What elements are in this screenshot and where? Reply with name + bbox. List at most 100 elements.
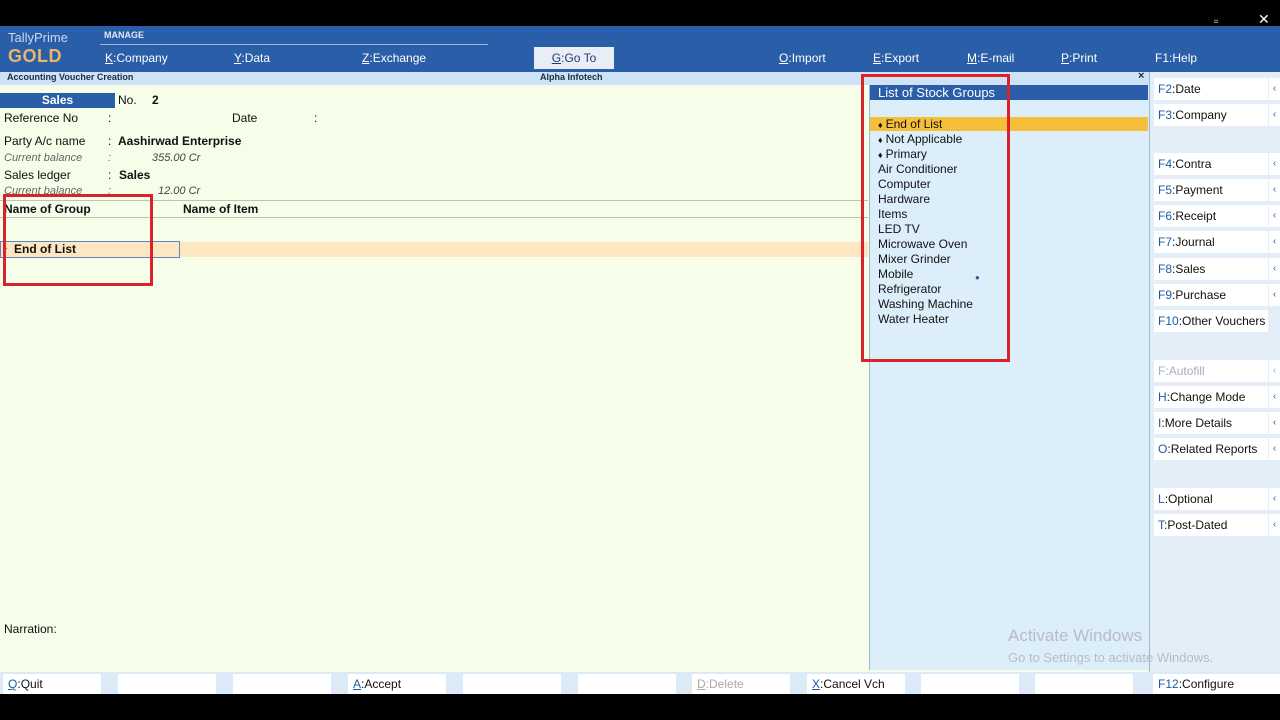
button-label: Company (1175, 108, 1227, 122)
party-value[interactable]: Aashirwad Enterprise (118, 134, 241, 148)
bottom-button-empty (463, 674, 561, 694)
shortcut-key: F9 (1158, 288, 1173, 302)
menu-print[interactable]: P:Print (1061, 51, 1097, 65)
activate-windows-title: Activate Windows (1008, 626, 1143, 645)
right-button-post-dated[interactable]: T:Post-Dated (1154, 514, 1268, 536)
shortcut-key: F8 (1158, 262, 1173, 276)
chevron-left-icon[interactable]: ‹ (1269, 153, 1280, 175)
chevron-left-icon[interactable]: ‹ (1269, 412, 1280, 434)
shortcut-key: F10 (1158, 314, 1179, 328)
tally-window: TallyPrime GOLD MANAGE K:Company Y:Data … (0, 26, 1280, 694)
right-button-change-mode[interactable]: H:Change Mode (1154, 386, 1268, 408)
chevron-left-icon[interactable]: ‹ (1269, 205, 1280, 227)
chevron-left-icon[interactable]: ‹ (1269, 360, 1280, 382)
brand-edition: GOLD (8, 46, 62, 66)
right-button-contra[interactable]: F4:Contra (1154, 153, 1268, 175)
manage-divider (100, 44, 488, 45)
chevron-left-icon[interactable]: ‹ (1269, 514, 1280, 536)
button-label: Optional (1168, 492, 1213, 506)
button-label: Payment (1175, 183, 1223, 197)
right-button-sales[interactable]: F8:Sales (1154, 258, 1268, 280)
party-label: Party A/c name (4, 134, 86, 148)
shortcut-key: X (812, 677, 821, 691)
button-label: Delete (709, 677, 744, 691)
menu-export[interactable]: E:Export (873, 51, 919, 65)
right-button-journal[interactable]: F7:Journal (1154, 231, 1268, 253)
bottom-button-configure[interactable]: F12:Configure (1153, 674, 1280, 694)
button-label: Receipt (1175, 209, 1217, 223)
chevron-left-icon[interactable]: ‹ (1269, 179, 1280, 201)
chevron-left-icon[interactable]: ‹ (1269, 231, 1280, 253)
shortcut-key: H (1158, 390, 1167, 404)
shortcut-key: L (1158, 492, 1165, 506)
sales-ledger-value[interactable]: Sales (119, 168, 150, 182)
annotation-box-stock-groups (861, 74, 1010, 362)
menu-company[interactable]: K:Company (105, 51, 168, 65)
right-button-optional[interactable]: L:Optional (1154, 488, 1268, 510)
bottom-button-delete[interactable]: D:Delete (692, 674, 790, 694)
button-label: Cancel Vch (823, 677, 885, 691)
voucher-no-label: No. (118, 93, 137, 107)
bottom-button-quit[interactable]: Q:Quit (3, 674, 101, 694)
menu-import[interactable]: O:Import (779, 51, 826, 65)
chevron-left-icon[interactable]: ‹ (1269, 258, 1280, 280)
shortcut-key: F12 (1158, 677, 1179, 691)
goto-button[interactable]: G:Go To (534, 47, 614, 69)
shortcut-key: D (697, 677, 706, 691)
button-label: Other Vouchers (1182, 314, 1266, 328)
button-label: Quit (20, 677, 43, 691)
date-colon: : (314, 111, 318, 125)
shortcut-key: F3 (1158, 108, 1173, 122)
menu-data[interactable]: Y:Data (234, 51, 270, 65)
reference-no-label: Reference No (4, 111, 79, 125)
close-screen-icon[interactable]: × (1138, 70, 1144, 82)
app-header: TallyPrime GOLD MANAGE K:Company Y:Data … (0, 26, 1280, 72)
bottom-button-empty (921, 674, 1019, 694)
shortcut-key: F6 (1158, 209, 1173, 223)
chevron-left-icon[interactable]: ‹ (1269, 104, 1280, 126)
sales-ledger-label: Sales ledger (4, 168, 71, 182)
right-button-other-vouchers[interactable]: F10:Other Vouchers (1154, 310, 1268, 332)
right-button-company[interactable]: F3:Company (1154, 104, 1268, 126)
shortcut-key: O (1158, 442, 1168, 456)
manage-section-label: MANAGE (104, 30, 144, 40)
button-label: Configure (1182, 677, 1235, 691)
date-label: Date (232, 111, 258, 125)
screen-title: Accounting Voucher Creation (7, 72, 134, 82)
chevron-left-icon[interactable]: ‹ (1269, 78, 1280, 100)
annotation-box-group (3, 194, 153, 286)
chevron-left-icon[interactable]: ‹ (1269, 488, 1280, 510)
menu-exchange[interactable]: Z:Exchange (362, 51, 426, 65)
menu-help[interactable]: F1:Help (1155, 51, 1197, 65)
shortcut-key: T (1158, 518, 1164, 532)
right-button-payment[interactable]: F5:Payment (1154, 179, 1268, 201)
bottom-button-accept[interactable]: A:Accept (348, 674, 446, 694)
narration-label: Narration: (4, 622, 57, 636)
party-balance-label: Current balance (4, 152, 83, 164)
chevron-left-icon[interactable]: ‹ (1269, 386, 1280, 408)
right-button-related-reports[interactable]: O:Related Reports (1154, 438, 1268, 460)
voucher-type-badge[interactable]: Sales (0, 93, 115, 108)
right-button-purchase[interactable]: F9:Purchase (1154, 284, 1268, 306)
bottom-button-empty (578, 674, 676, 694)
menu-email[interactable]: M:E-mail (967, 51, 1014, 65)
bottom-button-empty (1035, 674, 1133, 694)
button-label: Change Mode (1170, 390, 1246, 404)
right-button-receipt[interactable]: F6:Receipt (1154, 205, 1268, 227)
col-name-of-item: Name of Item (183, 202, 259, 216)
chevron-left-icon[interactable]: ‹ (1269, 438, 1280, 460)
button-label: Post-Dated (1167, 518, 1228, 532)
right-button-more-details[interactable]: I:More Details (1154, 412, 1268, 434)
chevron-left-icon[interactable]: ‹ (1269, 284, 1280, 306)
button-label: Purchase (1175, 288, 1227, 302)
bottom-button-empty (118, 674, 216, 694)
shortcut-key: A (353, 677, 362, 691)
button-label: Accept (364, 677, 402, 691)
right-button-autofill[interactable]: F:Autofill (1154, 360, 1268, 382)
button-label: Contra (1175, 157, 1212, 171)
shortcut-key: F4 (1158, 157, 1173, 171)
button-label: Autofill (1168, 364, 1205, 378)
right-button-date[interactable]: F2:Date (1154, 78, 1268, 100)
bottom-button-cancel-vch[interactable]: X:Cancel Vch (807, 674, 905, 694)
reference-colon: : (108, 111, 112, 125)
